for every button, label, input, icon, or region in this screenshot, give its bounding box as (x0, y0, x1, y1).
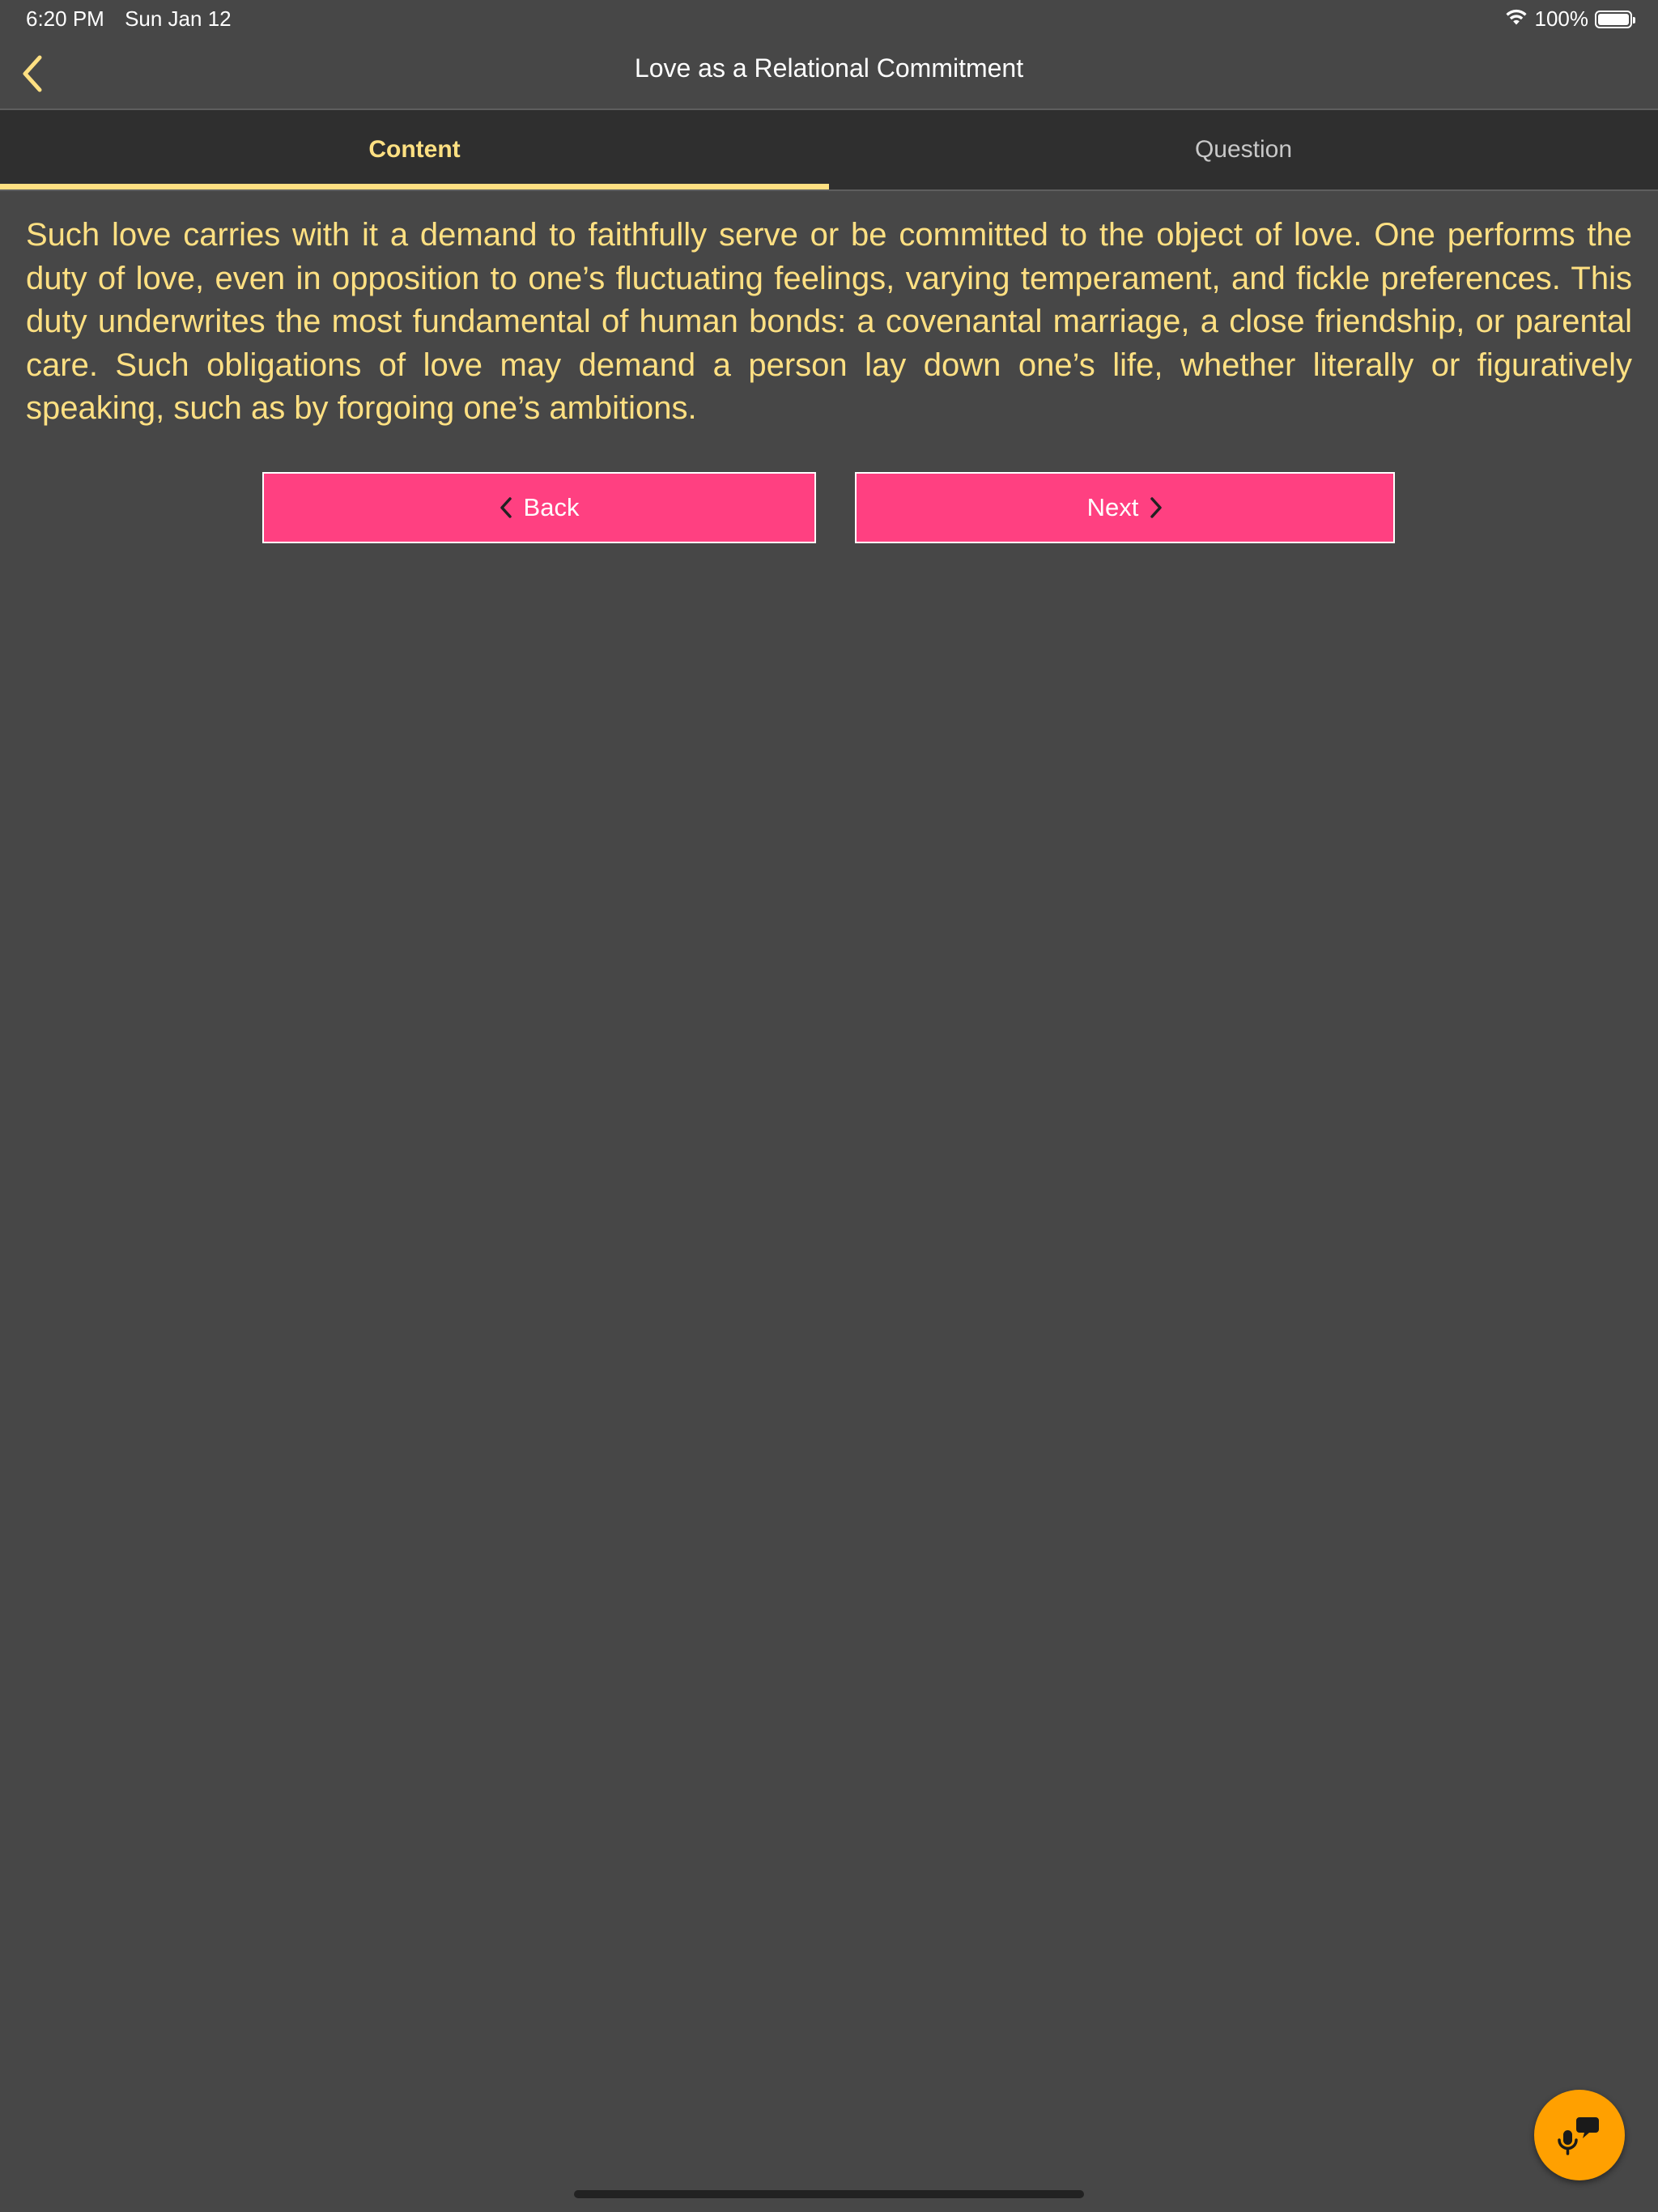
status-date: Sun Jan 12 (125, 6, 232, 31)
next-button-label: Next (1086, 493, 1139, 521)
voice-chat-fab[interactable] (1534, 2090, 1625, 2180)
chevron-left-icon (500, 497, 512, 518)
battery-cap (1633, 16, 1635, 23)
navigation-bar: Love as a Relational Commitment (0, 39, 1658, 110)
tab-question[interactable]: Question (829, 110, 1658, 189)
tab-bar: Content Question (0, 110, 1658, 191)
status-indicators: 100% (1504, 6, 1635, 32)
back-button-label: Back (523, 493, 580, 521)
battery-fill (1598, 13, 1629, 25)
next-button[interactable]: Next (855, 472, 1395, 543)
page-title: Love as a Relational Commitment (634, 53, 1024, 83)
chevron-right-icon (1150, 497, 1163, 518)
status-bar: 6:20 PM Sun Jan 12 100% (0, 0, 1658, 39)
back-button[interactable]: Back (262, 472, 816, 543)
status-time: 6:20 PM (26, 6, 104, 31)
wifi-icon (1504, 6, 1528, 32)
battery-icon (1595, 10, 1635, 28)
tab-content[interactable]: Content (0, 110, 829, 189)
content-paragraph: Such love carries with it a demand to fa… (26, 217, 1632, 426)
mic-chat-icon (1558, 2117, 1599, 2155)
battery-percent: 100% (1534, 6, 1589, 31)
home-indicator (574, 2190, 1084, 2198)
status-time-date: 6:20 PM Sun Jan 12 (26, 6, 232, 32)
